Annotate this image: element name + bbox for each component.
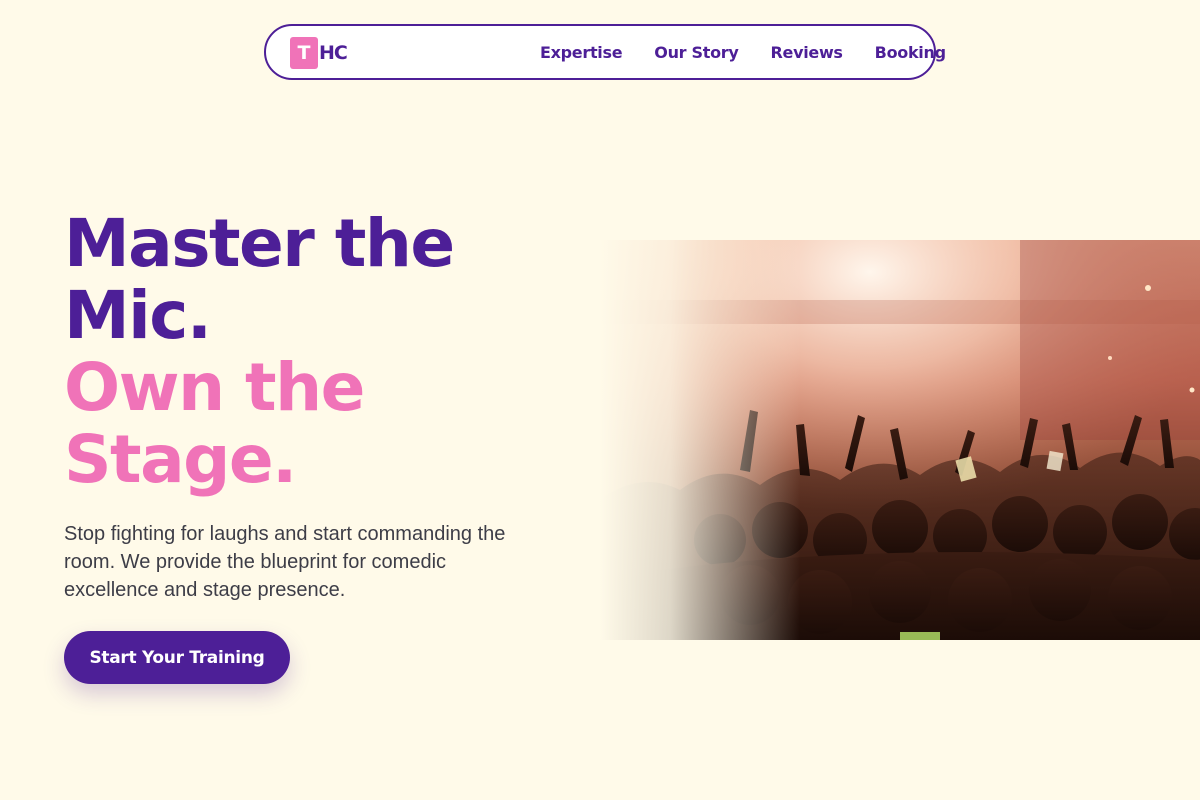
hero-subtext: Stop fighting for laughs and start comma… [64, 523, 506, 601]
nav-link-expertise[interactable]: Expertise [540, 43, 623, 62]
logo-text: HC [319, 42, 348, 64]
hero-headline: Master the Mic. Own the Stage. [64, 205, 455, 498]
headline-line-3: Own the [64, 349, 365, 426]
nav-link-our-story[interactable]: Our Story [654, 43, 739, 62]
nav-link-reviews[interactable]: Reviews [771, 43, 843, 62]
headline-line-2: Mic. [64, 277, 212, 354]
nav-link-booking[interactable]: Booking [875, 43, 946, 62]
start-training-button[interactable]: Start Your Training [64, 631, 290, 684]
headline-line-4: Stage. [64, 421, 297, 498]
logo-mark: T [290, 37, 318, 69]
image-fade-overlay [600, 240, 800, 640]
headline-line-1: Master the [64, 205, 455, 282]
top-navigation: T HC Expertise Our Story Reviews Booking [264, 24, 946, 80]
logo[interactable]: T HC [290, 37, 348, 69]
nav-links: Expertise Our Story Reviews Booking [540, 26, 946, 78]
concert-crowd-image [600, 240, 1200, 640]
